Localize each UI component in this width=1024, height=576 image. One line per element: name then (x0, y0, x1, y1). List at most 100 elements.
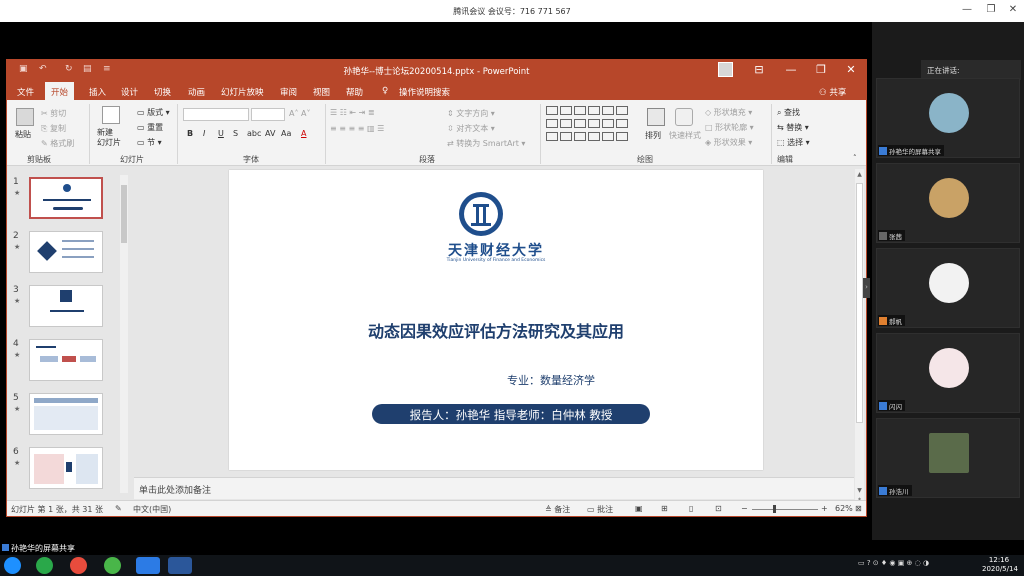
tab-slideshow[interactable]: 幻灯片放映 (221, 86, 264, 98)
slide-thumbnail[interactable] (29, 339, 103, 381)
tab-insert[interactable]: 插入 (89, 86, 106, 98)
cut-button[interactable]: ✂ 剪切 (41, 108, 66, 119)
align-icon[interactable]: ≡ ≡ ≡ ≡ ▥ ☰ (330, 124, 384, 133)
ribbon-display-button[interactable]: ⊟ (751, 63, 767, 76)
spellcheck-icon[interactable]: ✎ (115, 504, 122, 513)
smartart-button[interactable]: ⇄ 转换为 SmartArt ▾ (447, 138, 525, 149)
restore-button[interactable]: ❐ (984, 4, 998, 15)
font-grow-shrink[interactable]: A˄ A˅ (289, 109, 311, 118)
tray-icons[interactable]: ▭ ? ⊙ ♦ ◉ ▣ ⊕ ◌ ◑ (858, 559, 929, 567)
current-slide[interactable]: 天津财经大学 Tianjin University of Finance and… (229, 170, 763, 470)
format-painter-button[interactable]: ✎ 格式刷 (41, 138, 74, 149)
avatar (929, 348, 969, 388)
collapse-ribbon-icon[interactable]: ˄ (853, 154, 857, 162)
reset-button[interactable]: ▭ 重置 (137, 122, 163, 133)
section-button[interactable]: ▭ 节 ▾ (137, 137, 162, 148)
strikethrough-button[interactable]: S (233, 129, 238, 138)
zoom-slider-knob[interactable] (773, 505, 776, 513)
zoom-in-icon[interactable]: + (821, 504, 828, 513)
chrome-icon[interactable] (70, 557, 87, 574)
tencent-meeting-icon[interactable] (136, 557, 160, 574)
underline-button[interactable]: U (218, 129, 224, 138)
scroll-thumb[interactable] (856, 183, 863, 423)
font-name-select[interactable] (183, 108, 249, 121)
browser-icon[interactable] (104, 557, 121, 574)
notes-toggle-button[interactable]: ≜ 备注 (545, 504, 570, 515)
align-text-button[interactable]: ⇳ 对齐文本 ▾ (447, 123, 495, 134)
slide-thumbnail[interactable] (29, 447, 103, 489)
find-button[interactable]: ⌕ 查找 (777, 107, 800, 118)
participant-tile[interactable]: 郝帆 (876, 248, 1020, 328)
shadow-button[interactable]: abc (247, 129, 261, 138)
slide-thumbnail[interactable] (29, 285, 103, 327)
font-size-select[interactable] (251, 108, 285, 121)
new-slide-icon[interactable] (102, 106, 120, 124)
app-icon[interactable] (36, 557, 53, 574)
tab-design[interactable]: 设计 (121, 86, 138, 98)
zoom-level[interactable]: 62% (835, 504, 853, 513)
shape-outline-button[interactable]: □ 形状轮廓 ▾ (705, 122, 754, 133)
paste-icon[interactable] (16, 108, 34, 126)
shape-fill-button[interactable]: ◇ 形状填充 ▾ (705, 107, 752, 118)
thumbnail-scrollbar[interactable] (120, 175, 128, 493)
user-avatar[interactable] (718, 62, 733, 77)
shape-effects-button[interactable]: ◈ 形状效果 ▾ (705, 137, 752, 148)
close-button[interactable]: ✕ (1006, 4, 1020, 15)
tab-transitions[interactable]: 切换 (154, 86, 171, 98)
slide-thumbnail[interactable] (29, 393, 103, 435)
paste-button[interactable]: 粘贴 (15, 129, 31, 140)
change-case-button[interactable]: Aa (281, 129, 291, 138)
select-button[interactable]: ⬚ 选择 ▾ (777, 137, 810, 148)
slide-thumbnail[interactable] (29, 231, 103, 273)
slide-thumbnail[interactable] (29, 177, 103, 219)
participant-tile[interactable]: 闪闪 (876, 333, 1020, 413)
quick-styles-button[interactable]: 快速样式 (669, 130, 701, 141)
zoom-slider[interactable] (752, 509, 818, 510)
notes-pane[interactable]: 单击此处添加备注 (134, 477, 854, 499)
scroll-up-icon[interactable]: ▲ (855, 171, 864, 178)
copy-button[interactable]: ⎘ 复制 (41, 123, 66, 134)
ppt-restore-button[interactable]: ❐ (813, 63, 829, 76)
start-icon[interactable] (4, 557, 21, 574)
bullets-icon[interactable]: ☰ ☷ ⇤ ⇥ ≣ (330, 108, 375, 117)
tab-help[interactable]: 帮助 (346, 86, 363, 98)
arrange-icon[interactable] (647, 108, 665, 126)
char-spacing-button[interactable]: AV (265, 129, 275, 138)
reading-view-icon[interactable]: ▯ (689, 504, 693, 513)
slide-scrollbar[interactable]: ▲ ▼ ⇞ ⇟ (855, 169, 864, 515)
comments-toggle-button[interactable]: ▭ 批注 (587, 504, 613, 515)
tell-me-search[interactable]: 操作说明搜索 (399, 86, 450, 98)
participant-tile[interactable]: 张茜 (876, 163, 1020, 243)
quick-styles-icon[interactable] (675, 108, 693, 126)
collapse-panel-icon[interactable]: › (863, 278, 870, 298)
tab-animations[interactable]: 动画 (188, 86, 205, 98)
tab-file[interactable]: 文件 (17, 86, 34, 98)
scroll-down-icon[interactable]: ▼ (855, 487, 864, 494)
fit-slide-icon[interactable]: ⊠ (855, 504, 862, 513)
arrange-button[interactable]: 排列 (645, 130, 661, 141)
italic-button[interactable]: I (203, 129, 205, 138)
normal-view-icon[interactable]: ▣ (635, 504, 643, 513)
layout-button[interactable]: ▭ 版式 ▾ (137, 107, 170, 118)
new-slide-button[interactable]: 新建 幻灯片 (97, 128, 121, 148)
ppt-minimize-button[interactable]: — (783, 63, 799, 76)
font-color-button[interactable]: A (301, 129, 306, 138)
participant-tile[interactable]: 孙艳华的屏幕共享 (876, 78, 1020, 158)
minimize-button[interactable]: — (960, 4, 974, 15)
shapes-gallery[interactable] (545, 105, 637, 149)
tab-view[interactable]: 视图 (313, 86, 330, 98)
zoom-out-icon[interactable]: − (741, 504, 748, 513)
ppt-close-button[interactable]: ✕ (843, 63, 859, 76)
slide-sorter-icon[interactable]: ⊞ (661, 504, 668, 513)
text-direction-button[interactable]: ⇕ 文字方向 ▾ (447, 108, 495, 119)
tab-home[interactable]: 开始 (45, 82, 75, 100)
tab-review[interactable]: 审阅 (280, 86, 297, 98)
slideshow-view-icon[interactable]: ⊡ (715, 504, 722, 513)
word-icon[interactable] (168, 557, 192, 574)
bold-button[interactable]: B (187, 129, 193, 138)
replace-button[interactable]: ⇆ 替换 ▾ (777, 122, 809, 133)
participant-tile[interactable]: 孙浩川 (876, 418, 1020, 498)
clock[interactable]: 12:16 2020/5/14 (982, 556, 1018, 574)
share-button[interactable]: ⚇ 共享 (819, 86, 846, 98)
language-indicator[interactable]: 中文(中国) (133, 504, 171, 515)
